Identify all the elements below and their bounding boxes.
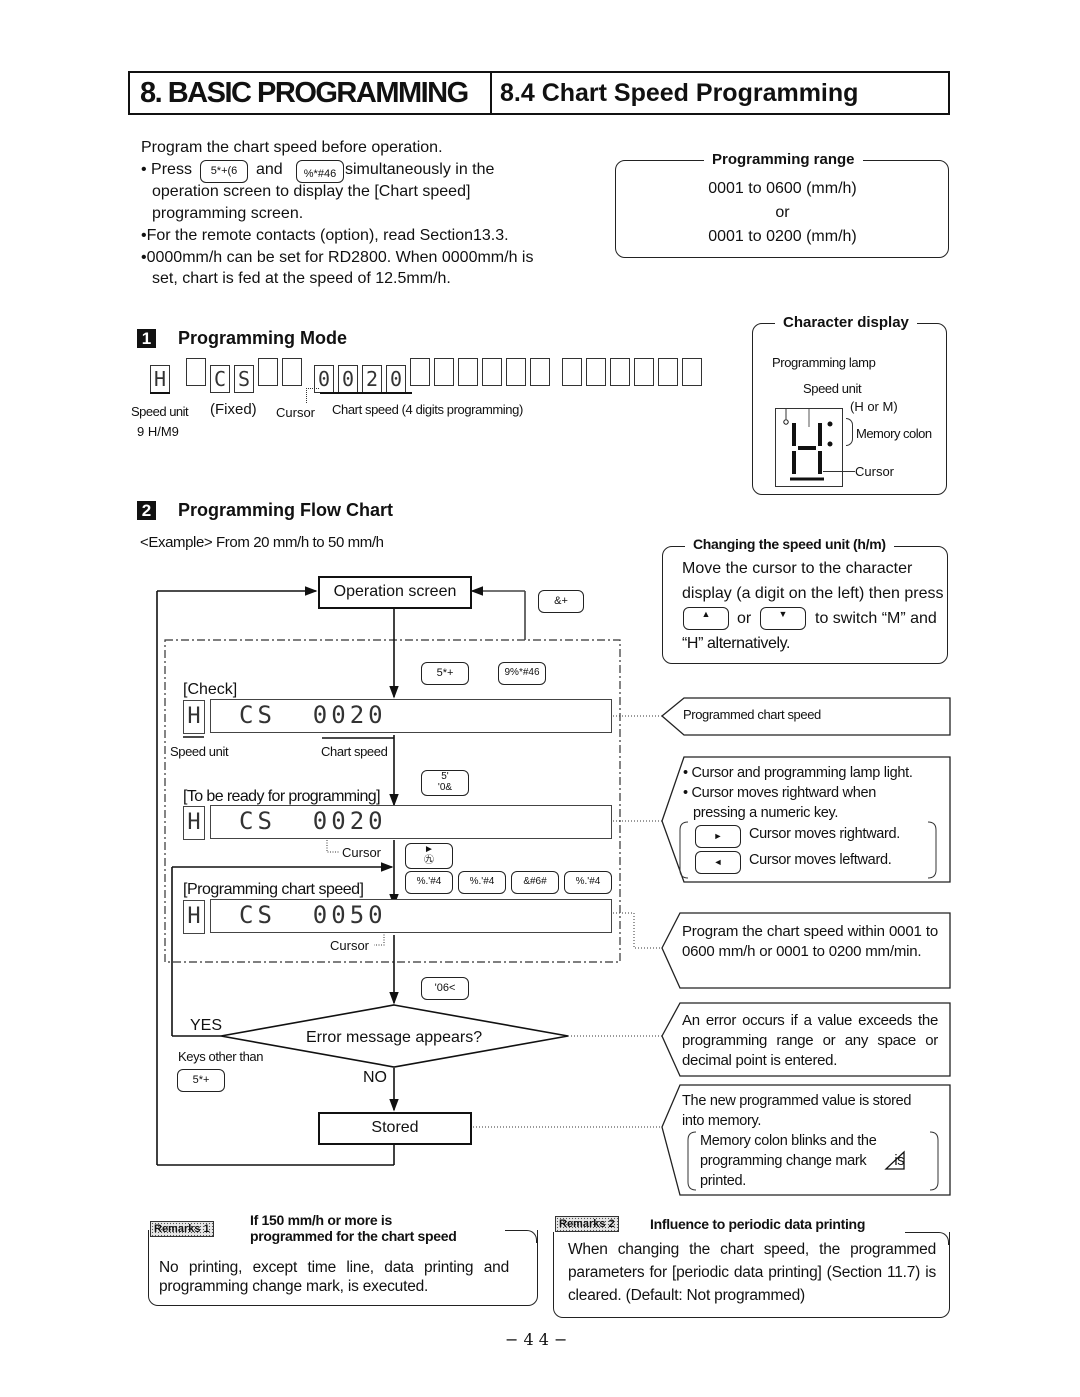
check-lcd-text: CS 0020 (239, 701, 387, 729)
prog-lcd-text: CS 0050 (239, 901, 387, 929)
page-number: − 4 4 − (505, 1330, 568, 1349)
ready-lcd-text: CS 0020 (239, 807, 387, 835)
check-lcd: CS 0020 (210, 699, 612, 733)
callout-cursor-2: • Cursor moves rightward when (683, 785, 877, 801)
stored-line2: into memory. (682, 1113, 762, 1129)
right-desc: Cursor moves rightward. (749, 826, 901, 842)
speed-unit-label: Speed unit (170, 744, 229, 759)
key-esc: &+ (538, 590, 584, 613)
key-func-check: 5*+ (421, 662, 469, 685)
key-enter: '06< (421, 977, 469, 1000)
check-unit-display: H (183, 700, 205, 734)
remarks1-title-2: programmed for the chart speed (250, 1228, 457, 1244)
remarks1-body: No printing, except time line, data prin… (159, 1259, 509, 1295)
key-other: 5*+ (177, 1069, 225, 1092)
key-down[interactable]: ▼ (760, 607, 806, 630)
callout-range: Program the chart speed within 0001 to 0… (682, 923, 938, 960)
ready-cursor-label: Cursor (342, 845, 382, 860)
stored-sub3: printed. (700, 1173, 746, 1189)
programming-label: [Programming chart speed] (183, 881, 364, 898)
remarks2-tag: Remarks 2 (555, 1216, 619, 1232)
callout-stored: The new programmed value is stored into … (682, 1091, 911, 1191)
text: Cursor and programming lamp light. (691, 765, 913, 781)
key-digit[interactable]: %.'#4 (405, 871, 453, 894)
speed-unit-line1: Move the cursor to the character (682, 560, 913, 577)
keys-other-label: Keys other than (178, 1049, 264, 1064)
ready-unit-display: H (183, 806, 205, 840)
remarks1-title: If 150 mm/h or more is programmed for th… (250, 1212, 457, 1244)
remarks2-body: When changing the chart speed, the progr… (568, 1241, 936, 1304)
text: Cursor moves rightward when (691, 785, 877, 801)
stored-box: Stored (318, 1112, 472, 1145)
left-desc: Cursor moves leftward. (749, 852, 892, 868)
remarks1-corner (505, 1230, 537, 1243)
prog-cursor-label: Cursor (330, 938, 370, 953)
stored-sub2b: is (894, 1153, 905, 1169)
remarks1-tag: Remarks 1 (150, 1221, 214, 1237)
key-digit[interactable]: &#6# (511, 871, 559, 894)
key-right-callout[interactable]: ► (695, 825, 741, 848)
operation-screen-box: Operation screen (318, 576, 472, 609)
callout-cursor-1: • Cursor and programming lamp light. (683, 765, 913, 781)
key-right-arrow[interactable]: ► ㊈ (405, 843, 453, 869)
check-label: [Check] (183, 681, 238, 698)
stored-sub1: Memory colon blinks and the (700, 1133, 877, 1149)
speed-unit-box-title: Changing the speed unit (h/m) (685, 536, 894, 552)
chart-speed-label: Chart speed (321, 744, 388, 759)
callout-error: An error occurs if a value exceeds the p… (682, 1012, 938, 1069)
key-left-callout[interactable]: ◄ (695, 851, 741, 874)
ready-lcd: CS 0020 (210, 805, 612, 839)
decision-text: Error message appears? (306, 1029, 483, 1046)
key-digit[interactable]: %.'#4 (564, 871, 612, 894)
stored-sub2: programming change mark is (682, 1151, 911, 1171)
speed-unit-line2: display (a digit on the left) then press (682, 585, 944, 602)
speed-unit-line4: “H” alternatively. (682, 635, 791, 652)
no-label: NO (363, 1069, 387, 1086)
yes-label: YES (190, 1017, 223, 1034)
key-digit[interactable]: %.'#4 (458, 871, 506, 894)
callout-cursor: • Cursor and programming lamp light. • C… (683, 763, 913, 823)
key-program: 5' '0& (421, 770, 469, 796)
stored-sub2-text: programming change mark (700, 1153, 867, 1169)
key-up[interactable]: ▲ (683, 607, 729, 630)
remarks1-title-1: If 150 mm/h or more is (250, 1212, 393, 1228)
speed-unit-line3: to switch “M” and (815, 610, 937, 627)
prog-lcd: CS 0050 (210, 899, 612, 933)
remarks2-title: Influence to periodic data printing (650, 1216, 866, 1232)
or-text: or (737, 610, 752, 627)
key-ent-check: 9%*#46 (498, 662, 546, 685)
prog-unit-display: H (183, 900, 205, 934)
callout-programmed-speed: Programmed chart speed (683, 707, 821, 722)
callout-cursor-3: pressing a numeric key. (693, 805, 839, 821)
stored-line1: The new programmed value is stored (682, 1093, 912, 1109)
